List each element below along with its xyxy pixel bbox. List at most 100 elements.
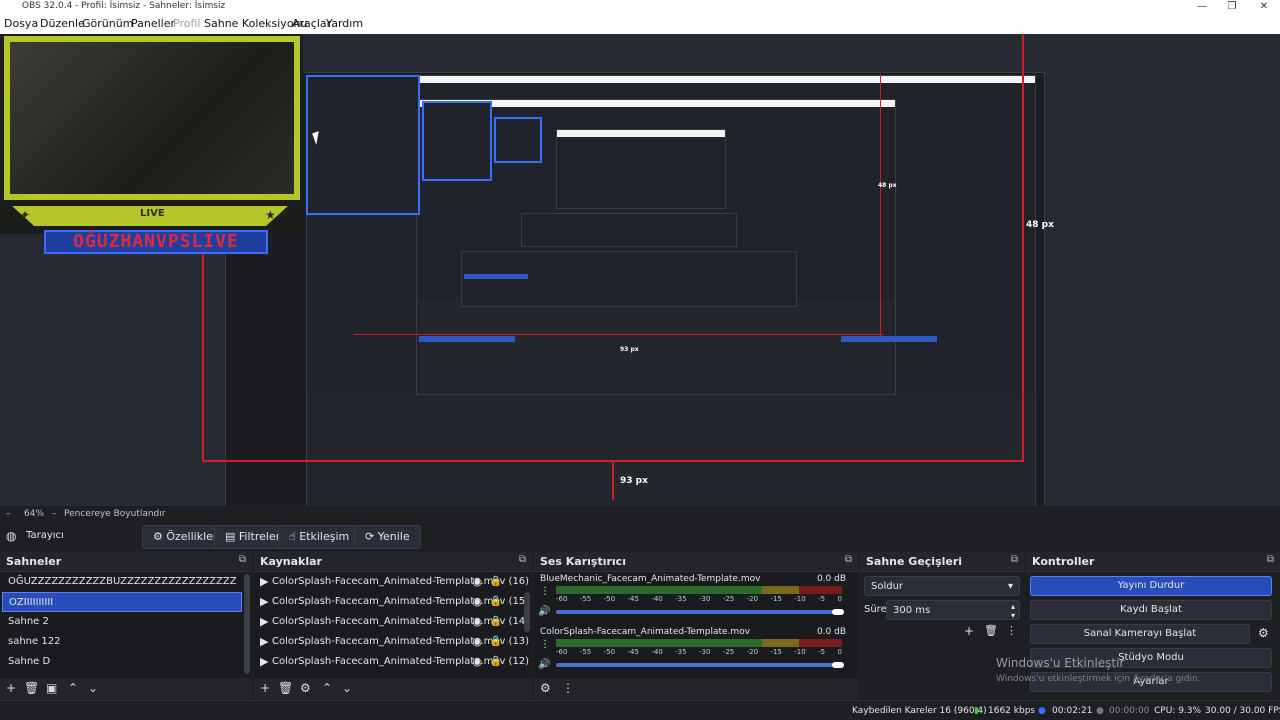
source-item[interactable]: ▶ ColorSplash-Facecam_Animated-Template.m… (254, 652, 529, 672)
speaker-icon[interactable]: 🔊 (538, 659, 550, 670)
menu-docks[interactable]: Paneller (131, 17, 175, 30)
scene-item[interactable]: Sahne D (2, 652, 236, 672)
move-down-icon[interactable]: ⌄ (88, 681, 98, 695)
sources-scrollbar[interactable] (524, 592, 530, 632)
undock-icon[interactable]: ⧉ (239, 554, 246, 565)
add-transition-icon[interactable]: + (964, 624, 974, 638)
scene-item[interactable]: sahne 122 (2, 632, 236, 652)
volume-handle[interactable] (832, 609, 844, 615)
scene-filters-icon[interactable]: ▣ (46, 681, 57, 695)
source-item[interactable]: ▶ ColorSplash-Facecam_Animated-Template.m… (254, 592, 529, 612)
minimize-button[interactable]: — (1186, 0, 1218, 14)
lock-icon[interactable]: 🔒 (490, 592, 502, 612)
title-bar: OBS 32.0.4 - Profil: İsimsiz - Sahneler:… (0, 0, 1280, 14)
eye-icon[interactable]: ◉ (472, 652, 482, 672)
menu-file[interactable]: Dosya (4, 17, 38, 30)
menu-edit[interactable]: Düzenle (40, 17, 85, 30)
zoom-dropdown-icon[interactable]: – (52, 509, 57, 519)
move-up-icon[interactable]: ⌃ (68, 681, 78, 695)
preview-canvas[interactable] (225, 72, 1045, 506)
remove-scene-icon[interactable]: 🗑 (24, 681, 39, 695)
undock-icon[interactable]: ⧉ (845, 554, 852, 565)
duration-label: Süre (864, 604, 887, 615)
nested-measure-line (880, 74, 881, 336)
refresh-button[interactable]: ⟳ Yenile (354, 525, 421, 549)
play-icon[interactable]: ▶ (260, 612, 268, 632)
remove-source-icon[interactable]: 🗑 (278, 681, 293, 695)
tick: -50 (603, 595, 616, 603)
scenes-scrollbar[interactable] (244, 574, 250, 674)
source-properties-icon[interactable]: ⚙ (300, 681, 311, 695)
meter-scale: -60 -55 -50 -45 -40 -35 -30 -25 -20 -15 -10 -5 0 (556, 595, 842, 605)
nested-obs-window (556, 129, 726, 209)
tick: -10 (794, 595, 806, 603)
tick: -40 (651, 648, 663, 656)
source-item[interactable]: ▶ ColorSplash-Facecam_Animated-Template.m… (254, 572, 529, 592)
menu-help[interactable]: Yardım (326, 17, 363, 30)
volume-slider[interactable] (556, 610, 838, 614)
lock-icon[interactable]: 🔒 (490, 652, 502, 672)
menu-view[interactable]: Görünüm (82, 17, 133, 30)
zoom-level[interactable]: 64% (24, 509, 44, 519)
duration-spinbox[interactable]: 300 ms ▴ ▾ (886, 600, 1020, 620)
play-icon[interactable]: ▶ (260, 632, 268, 652)
transitions-title: Sahne Geçişleri (866, 555, 963, 568)
scene-item-selected[interactable]: OZIIIIIIIIII (2, 592, 242, 612)
mixer-menu-icon[interactable]: ⋮ (562, 681, 574, 695)
stop-streaming-button[interactable]: Yayını Durdur (1030, 576, 1272, 596)
eye-icon[interactable]: ◉ (472, 632, 482, 652)
undock-icon[interactable]: ⧉ (519, 554, 526, 565)
close-button[interactable]: ✕ (1248, 0, 1280, 14)
bitrate: 1662 kbps (988, 706, 1036, 716)
nested-facecam (306, 75, 420, 215)
advanced-audio-icon[interactable]: ⚙ (540, 681, 551, 695)
interact-button[interactable]: ☝ Etkileşim (278, 525, 361, 549)
preview-area[interactable]: 48 px 93 px 48 px 93 px ✦ LIVE ★ OĞUZHAN… (0, 34, 1280, 506)
scene-item[interactable]: Sahne 2 (2, 612, 236, 632)
volume-handle[interactable] (832, 662, 844, 668)
star-icon: ✦ (20, 208, 31, 222)
speaker-icon[interactable]: 🔊 (538, 606, 550, 617)
scene-item[interactable]: OĞUZZZZZZZZZZZBUZZZZZZZZZZZZZZZZZZZ (2, 572, 236, 592)
start-recording-button[interactable]: Kaydı Başlat (1030, 600, 1272, 620)
eye-icon[interactable]: ◉ (472, 612, 482, 632)
eye-icon[interactable]: ◉ (472, 572, 482, 592)
menu-profile[interactable]: Profil (173, 17, 200, 30)
spin-down-icon[interactable]: ▾ (1011, 606, 1015, 626)
source-item[interactable]: ▶ ColorSplash-Facecam_Animated-Template.m… (254, 612, 529, 632)
zoom-out-icon[interactable]: – (6, 509, 11, 519)
facecam-frame (4, 36, 300, 200)
channel-menu-icon[interactable]: ⋮ (540, 639, 550, 650)
remove-transition-icon[interactable]: 🗑 (984, 624, 998, 637)
move-down-icon[interactable]: ⌄ (342, 681, 352, 695)
controls-title: Kontroller (1032, 555, 1095, 568)
add-scene-icon[interactable]: + (6, 681, 16, 695)
lock-icon[interactable]: 🔒 (490, 612, 502, 632)
start-virtual-camera-button[interactable]: Sanal Kamerayı Başlat (1030, 624, 1250, 644)
interact-label: Etkileşim (299, 530, 350, 543)
audio-meter (556, 639, 842, 647)
channel-menu-icon[interactable]: ⋮ (540, 586, 550, 597)
fit-mode[interactable]: Pencereye Boyutlandır (64, 509, 165, 519)
play-icon[interactable]: ▶ (260, 652, 268, 672)
volume-slider[interactable] (556, 663, 838, 667)
play-icon[interactable]: ▶ (260, 572, 268, 592)
virtual-camera-settings-icon[interactable]: ⚙ (1258, 626, 1269, 640)
nested-measure-label: 48 px (878, 182, 897, 189)
channel-db: 0.0 dB (816, 627, 846, 637)
nested-facecam (422, 101, 492, 181)
maximize-button[interactable]: ❐ (1216, 0, 1248, 14)
lock-icon[interactable]: 🔒 (490, 632, 502, 652)
transition-menu-icon[interactable]: ⋮ (1006, 624, 1017, 637)
play-icon[interactable]: ▶ (260, 592, 268, 612)
transition-select[interactable]: Soldur ▾ (864, 576, 1020, 596)
add-source-icon[interactable]: + (260, 681, 270, 695)
undock-icon[interactable]: ⧉ (1011, 554, 1018, 565)
facecam-source[interactable]: ✦ LIVE ★ (0, 34, 303, 234)
lock-icon[interactable]: 🔒 (490, 572, 502, 592)
source-item[interactable]: ▶ ColorSplash-Facecam_Animated-Template.m… (254, 632, 529, 652)
eye-icon[interactable]: ◉ (472, 592, 482, 612)
tick: -10 (794, 648, 806, 656)
undock-icon[interactable]: ⧉ (1267, 554, 1274, 565)
move-up-icon[interactable]: ⌃ (322, 681, 332, 695)
